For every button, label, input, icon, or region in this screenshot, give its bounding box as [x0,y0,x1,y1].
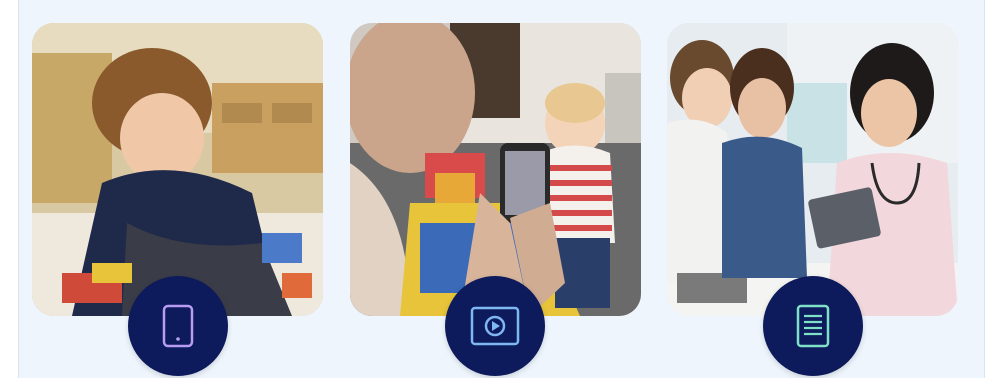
feature-card-mobile [32,23,323,316]
parent-recording-child-on-phone-photo [350,23,641,316]
feature-card-report [667,23,958,316]
features-panel [18,0,985,378]
report-feature-button[interactable] [763,276,863,376]
mobile-phone-icon [162,304,194,348]
document-report-icon [796,304,830,348]
child-playing-with-toys-photo [32,23,323,316]
video-feature-button[interactable] [445,276,545,376]
mobile-feature-button[interactable] [128,276,228,376]
video-play-icon [470,306,520,346]
doctor-with-tablet-and-family-photo [667,23,958,316]
feature-card-video [350,23,641,316]
